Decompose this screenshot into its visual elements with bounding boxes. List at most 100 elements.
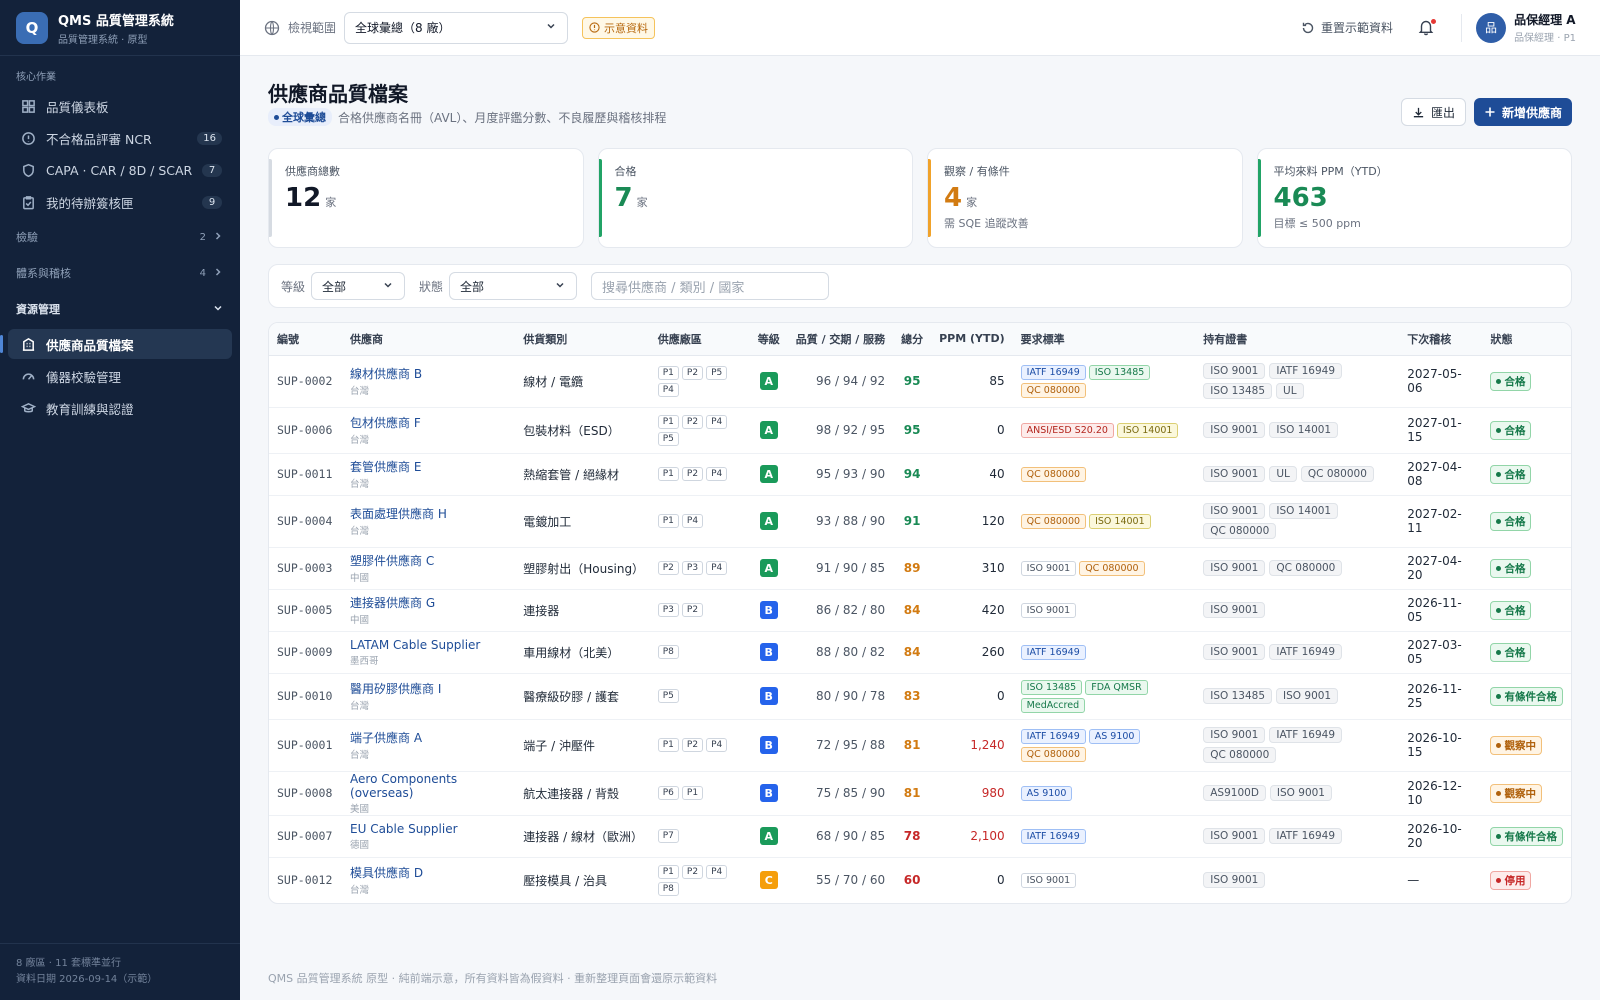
page-actions: 匯出 新增供應商: [1400, 98, 1572, 126]
table-row[interactable]: SUP-0002 線材供應商 B 台灣 線材 / 電纜 P1 P2 P5 P4 A 96 / 94…: [269, 355, 1571, 408]
table-row[interactable]: SUP-0010 醫用矽膠供應商 I 台灣 醫療級矽膠 / 護套 P5 B 80 / 90 …: [269, 673, 1571, 720]
status-badge: 合格: [1490, 600, 1532, 620]
supplier-country: 台灣: [350, 885, 370, 897]
footer-note: QMS 品質管理系統 原型 · 純前端示意，所有資料皆為假資料 · 重新整理頁面…: [268, 972, 718, 985]
supplier-code: SUP-0003: [269, 547, 343, 590]
total-score: 89: [893, 547, 932, 590]
kpi-unit: 家: [636, 196, 648, 209]
score-breakdown: 55 / 70 / 60: [815, 873, 886, 888]
notifications-button[interactable]: [1417, 17, 1438, 38]
table-row[interactable]: SUP-0011 套管供應商 E 台灣 熱縮套管 / 絕緣材 P1 P2 P4 A 95 / 9…: [269, 453, 1571, 496]
table-row[interactable]: SUP-0005 連接器供應商 G 中國 連接器 P3 P2 B 86 / 82 / 80 84…: [269, 589, 1571, 632]
next-audit-date: 2027-04-08: [1399, 453, 1483, 496]
supplier-name-link[interactable]: 端子供應商 A: [350, 729, 507, 746]
kpi-label: 合格: [614, 165, 637, 178]
standard-tags: IATF 16949 AS 9100 QC 080000: [1020, 728, 1188, 762]
table-row[interactable]: SUP-0001 端子供應商 A 台灣 端子 / 沖壓件 P1 P2 P4 B 72 / 95 …: [269, 719, 1571, 772]
grade-badge: A: [759, 465, 778, 483]
supplier-name-link[interactable]: EU Cable Supplier: [350, 822, 507, 836]
status-cell: 合格: [1482, 589, 1571, 632]
sidebar-item-resource-2[interactable]: 教育訓練與認證: [8, 393, 232, 423]
column-header[interactable]: 總分: [893, 323, 932, 356]
standard-tags: ISO 13485 FDA QMSR MedAccred: [1020, 679, 1188, 713]
column-header[interactable]: PPM (YTD): [931, 323, 1013, 356]
supply-plants-cell: P1 P2 P4: [649, 719, 750, 772]
column-header[interactable]: 狀態: [1482, 323, 1571, 356]
certificate-tag: IATF 16949: [1269, 644, 1343, 660]
user-info[interactable]: 品保經理 A 品保經理 · P1: [1514, 11, 1576, 44]
sidebar-item-core-0[interactable]: 品質儀表板: [8, 91, 232, 121]
column-header[interactable]: 供應商: [342, 323, 516, 356]
supplier-name-link[interactable]: 包材供應商 F: [350, 414, 507, 431]
supplier-name-link[interactable]: 模具供應商 D: [350, 864, 507, 881]
column-header[interactable]: 編號: [269, 323, 343, 356]
add-supplier-button[interactable]: 新增供應商: [1473, 98, 1572, 126]
supplier-name-link[interactable]: 套管供應商 E: [350, 458, 507, 475]
certificate-tags: ISO 9001: [1203, 602, 1391, 618]
supplier-country: 中國: [350, 573, 370, 584]
table-row[interactable]: SUP-0007 EU Cable Supplier 德國 連接器 / 線材（歐洲） P…: [269, 815, 1571, 858]
grade-filter-select[interactable]: 全部: [311, 272, 406, 300]
supplier-name-link[interactable]: 塑膠件供應商 C: [350, 552, 507, 569]
supplier-code: SUP-0001: [269, 719, 343, 772]
nav-group-count: 4: [199, 267, 206, 279]
nav-group-resources[interactable]: 資源管理: [0, 293, 240, 325]
status-badge: 合格: [1490, 558, 1532, 578]
supplier-name-link[interactable]: 線材供應商 B: [350, 365, 507, 382]
column-header[interactable]: 下次稽核: [1399, 323, 1483, 356]
table-body: SUP-0002 線材供應商 B 台灣 線材 / 電纜 P1 P2 P5 P4 A 96 / 94…: [269, 355, 1571, 903]
standard-tag: QC 080000: [1020, 513, 1087, 529]
nav-group-1[interactable]: 體系與稽核 4: [0, 257, 240, 289]
standard-tag: ISO 9001: [1020, 602, 1077, 618]
column-header[interactable]: 要求標準: [1012, 323, 1196, 356]
sidebar-item-resource-1[interactable]: 儀器校驗管理: [8, 361, 232, 391]
table-row[interactable]: SUP-0008 Aero Components (overseas) 美國 航太連接…: [269, 771, 1571, 816]
table-row[interactable]: SUP-0009 LATAM Cable Supplier 墨西哥 車用線材（北美） P…: [269, 631, 1571, 674]
column-header[interactable]: 持有證書: [1195, 323, 1400, 356]
table-row[interactable]: SUP-0012 模具供應商 D 台灣 壓接模具 / 治具 P1 P2 P4 P8 C 55 / …: [269, 857, 1571, 903]
export-button[interactable]: 匯出: [1400, 98, 1466, 126]
supplier-code: SUP-0012: [277, 873, 333, 888]
status-badge: 合格: [1490, 420, 1532, 440]
supplier-name-link[interactable]: LATAM Cable Supplier: [350, 638, 507, 652]
supply-category: 熱縮套管 / 絕緣材: [515, 453, 650, 496]
avatar[interactable]: 品: [1476, 12, 1507, 43]
scope-select[interactable]: 全球彙總（8 廠）: [344, 11, 569, 44]
standard-tags: ISO 9001: [1020, 602, 1188, 618]
table-row[interactable]: SUP-0006 包材供應商 F 台灣 包裝材料（ESD） P1 P2 P4 P5 A 98 / …: [269, 407, 1571, 454]
supply-category: 航太連接器 / 背殼: [515, 771, 650, 816]
required-standards-cell: IATF 16949: [1012, 815, 1196, 858]
search-input[interactable]: 搜尋供應商 / 類別 / 國家: [591, 272, 830, 300]
status-badge: 觀察中: [1490, 735, 1542, 755]
table-row[interactable]: SUP-0004 表面處理供應商 H 台灣 電鍍加工 P1 P4 A 93 / 88 / 90…: [269, 495, 1571, 548]
sidebar-item-resource-0[interactable]: 供應商品質檔案: [0, 329, 232, 359]
score-breakdown: 98 / 92 / 95: [787, 407, 894, 454]
supplier-name-link[interactable]: 表面處理供應商 H: [350, 505, 507, 522]
ppm-value: 980: [931, 771, 1013, 816]
supplier-name-link[interactable]: Aero Components (overseas): [350, 772, 507, 800]
column-header[interactable]: 品質 / 交期 / 服務: [787, 323, 894, 356]
table-row[interactable]: SUP-0003 塑膠件供應商 C 中國 塑膠射出（Housing） P2 P3 P4 A 91…: [269, 547, 1571, 590]
sidebar-item-core-1[interactable]: 不合格品評審 NCR 16: [8, 123, 232, 153]
column-header[interactable]: 供應廠區: [649, 323, 750, 356]
status-filter-label: 狀態: [419, 279, 444, 294]
supplier-name-link[interactable]: 連接器供應商 G: [350, 594, 507, 611]
grade-badge: A: [759, 421, 778, 439]
column-header[interactable]: 等級: [749, 323, 788, 356]
status-filter-select[interactable]: 全部: [449, 272, 578, 300]
sidebar-item-core-2[interactable]: CAPA · CAR / 8D / SCAR 7: [8, 155, 232, 185]
brand[interactable]: Q QMS 品質管理系統 品質管理系統 · 原型: [0, 0, 240, 56]
nav-group-0[interactable]: 檢驗 2: [0, 221, 240, 253]
reset-demo-button[interactable]: 重置示範資料: [1301, 19, 1393, 36]
supplier-name-link[interactable]: 醫用矽膠供應商 I: [350, 680, 507, 697]
total-score: 83: [893, 673, 932, 720]
gauge-icon: [20, 368, 36, 384]
supplier-country: 美國: [350, 803, 370, 815]
plant-chip: P4: [706, 864, 728, 879]
column-header[interactable]: 供貨類別: [515, 323, 650, 356]
plant-chip: P2: [681, 738, 704, 752]
standard-tag: MedAccred: [1020, 697, 1086, 713]
sidebar-item-core-3[interactable]: 我的待辦簽核匣 9: [8, 187, 232, 217]
ppm-value: 1,240: [931, 719, 1013, 772]
score-breakdown: 95 / 93 / 90: [787, 453, 894, 496]
